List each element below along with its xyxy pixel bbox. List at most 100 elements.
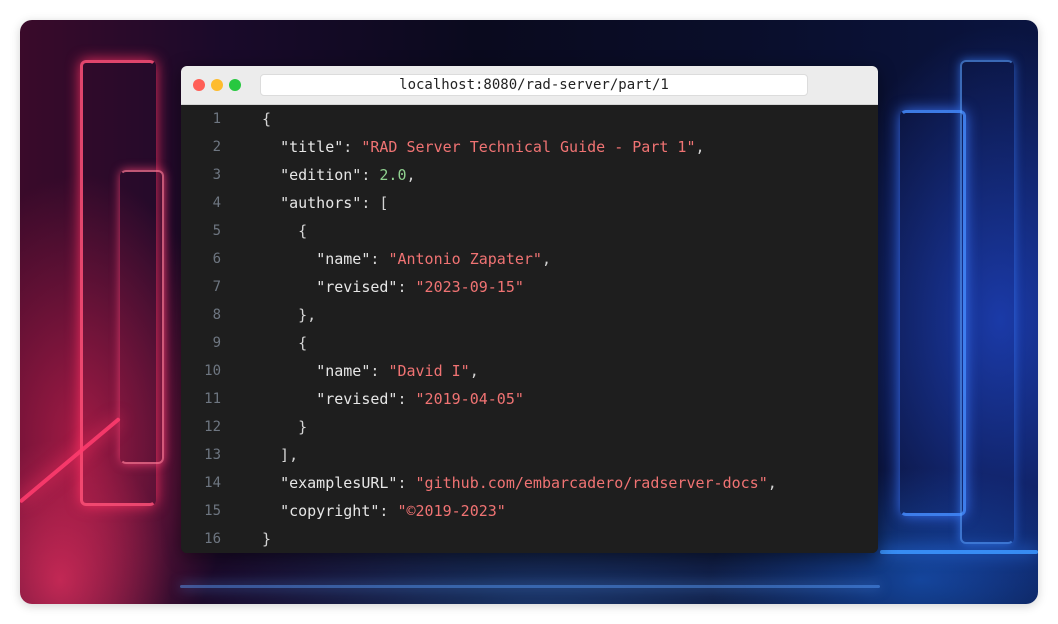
json-punctuation — [262, 138, 280, 156]
json-key: "edition" — [280, 166, 362, 184]
json-punctuation: : — [379, 502, 398, 520]
json-key: "name" — [316, 362, 371, 380]
json-punctuation — [262, 390, 316, 408]
neon-blue-light — [960, 60, 1014, 544]
line-number: 4 — [212, 195, 221, 211]
json-string: "David I" — [388, 362, 470, 380]
code-line: 10 "name": "David I", — [181, 357, 878, 385]
code-line: 13 ], — [181, 441, 878, 469]
json-punctuation — [262, 278, 316, 296]
line-number: 2 — [212, 139, 221, 155]
json-key: "authors" — [280, 194, 362, 212]
json-punctuation: : — [343, 138, 362, 156]
json-key: "name" — [316, 250, 371, 268]
json-string: "Antonio Zapater" — [388, 250, 542, 268]
code-text: }, — [262, 301, 316, 329]
json-string: "2019-04-05" — [415, 390, 524, 408]
code-line: 4 "authors": [ — [181, 189, 878, 217]
json-key: "revised" — [316, 390, 398, 408]
json-punctuation: , — [541, 250, 551, 268]
line-number: 12 — [204, 419, 221, 435]
line-number: 5 — [212, 223, 221, 239]
json-punctuation: : — [397, 390, 416, 408]
line-number: 8 — [212, 307, 221, 323]
code-line: 6 "name": "Antonio Zapater", — [181, 245, 878, 273]
line-number: 15 — [204, 503, 221, 519]
code-text: "edition": 2.0, — [262, 161, 416, 189]
url-text: localhost:8080/rad-server/part/1 — [399, 77, 669, 93]
json-key: "examplesURL" — [280, 474, 398, 492]
line-number: 6 — [212, 251, 221, 267]
address-bar[interactable]: localhost:8080/rad-server/part/1 — [260, 74, 808, 96]
code-text: "revised": "2019-04-05" — [262, 385, 524, 413]
code-line: 15 "copyright": "©2019-2023" — [181, 497, 878, 525]
code-text: { — [262, 105, 271, 133]
json-string: "github.com/embarcadero/radserver-docs" — [415, 474, 768, 492]
code-text: "name": "Antonio Zapater", — [262, 245, 551, 273]
window-controls — [193, 79, 241, 91]
json-key: "revised" — [316, 278, 398, 296]
json-punctuation: : — [397, 278, 416, 296]
json-punctuation: , — [406, 166, 416, 184]
code-line: 8 }, — [181, 301, 878, 329]
neon-blue-light — [880, 550, 1038, 554]
browser-window: localhost:8080/rad-server/part/1 1{2 "ti… — [181, 66, 878, 553]
json-punctuation: } — [262, 418, 308, 436]
code-line: 9 { — [181, 329, 878, 357]
json-punctuation — [262, 362, 316, 380]
neon-floor-light — [180, 585, 880, 588]
line-number: 1 — [212, 111, 221, 127]
json-number: 2.0 — [379, 166, 407, 184]
json-punctuation: ], — [262, 446, 299, 464]
code-text: { — [262, 217, 307, 245]
code-line: 3 "edition": 2.0, — [181, 161, 878, 189]
code-text: "name": "David I", — [262, 357, 479, 385]
code-text: "revised": "2023-09-15" — [262, 273, 524, 301]
json-string: "©2019-2023" — [397, 502, 506, 520]
close-button[interactable] — [193, 79, 205, 91]
json-punctuation: , — [695, 138, 705, 156]
code-line: 5 { — [181, 217, 878, 245]
code-text: "authors": [ — [262, 189, 388, 217]
json-punctuation: : — [361, 166, 380, 184]
minimize-button[interactable] — [211, 79, 223, 91]
json-punctuation: : — [370, 362, 389, 380]
code-line: 12 } — [181, 413, 878, 441]
json-punctuation — [262, 502, 280, 520]
title-bar: localhost:8080/rad-server/part/1 — [181, 66, 878, 105]
line-number: 9 — [212, 335, 221, 351]
json-punctuation: , — [767, 474, 777, 492]
json-punctuation — [262, 166, 280, 184]
code-text: } — [262, 525, 271, 553]
line-number: 3 — [212, 167, 221, 183]
code-line: 2 "title": "RAD Server Technical Guide -… — [181, 133, 878, 161]
line-number: 14 — [204, 475, 221, 491]
json-string: "RAD Server Technical Guide - Part 1" — [361, 138, 696, 156]
line-number: 16 — [204, 531, 221, 547]
json-punctuation: : — [397, 474, 416, 492]
code-text: { — [262, 329, 307, 357]
code-text: } — [262, 413, 307, 441]
line-number: 10 — [204, 363, 221, 379]
code-line: 1{ — [181, 105, 878, 133]
code-line: 11 "revised": "2019-04-05" — [181, 385, 878, 413]
code-text: ], — [262, 441, 298, 469]
json-key: "title" — [280, 138, 344, 156]
json-punctuation: } — [262, 530, 272, 548]
code-text: "copyright": "©2019-2023" — [262, 497, 506, 525]
json-punctuation — [262, 250, 316, 268]
code-line: 7 "revised": "2023-09-15" — [181, 273, 878, 301]
neon-blue-light — [900, 110, 966, 516]
json-key: "copyright" — [280, 502, 380, 520]
maximize-button[interactable] — [229, 79, 241, 91]
json-punctuation: { — [262, 334, 308, 352]
line-number: 11 — [204, 391, 221, 407]
json-punctuation — [262, 194, 280, 212]
json-punctuation: { — [262, 222, 308, 240]
code-text: "title": "RAD Server Technical Guide - P… — [262, 133, 705, 161]
code-line: 14 "examplesURL": "github.com/embarcader… — [181, 469, 878, 497]
json-punctuation — [262, 474, 280, 492]
code-text: "examplesURL": "github.com/embarcadero/r… — [262, 469, 777, 497]
json-punctuation: { — [262, 110, 272, 128]
line-number: 13 — [204, 447, 221, 463]
